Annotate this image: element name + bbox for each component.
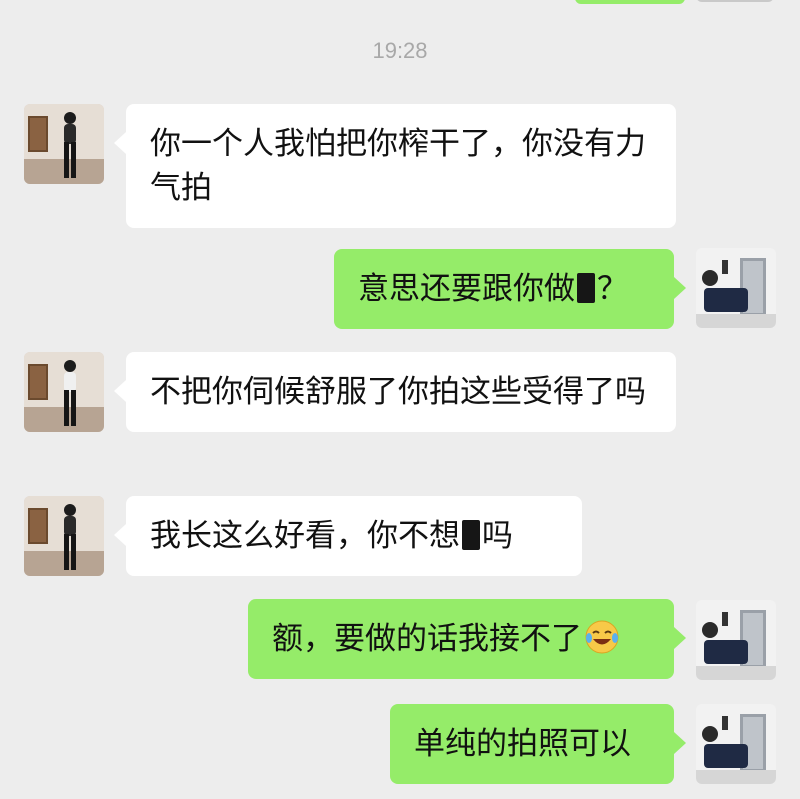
incoming-message-bubble[interactable]: 你一个人我怕把你榨干了，你没有力气拍 (114, 104, 676, 228)
message-text-tail: ？ (597, 271, 628, 307)
my-avatar[interactable] (696, 600, 776, 680)
message-text: 额，要做的话我接不了 (272, 621, 582, 657)
top-cutoff-avatar (696, 0, 774, 2)
message-text: 不把你伺候舒服了你拍这些受得了吗 (150, 374, 646, 410)
outgoing-message-bubble[interactable]: 单纯的拍照可以 (390, 704, 686, 784)
message-text: 你一个人我怕把你榨干了，你没有力气拍 (150, 126, 646, 206)
message-text: 意思还要跟你做 (358, 271, 575, 307)
message-text: 我长这么好看，你不想 (150, 518, 460, 554)
outgoing-message-bubble[interactable]: 意思还要跟你做 ？ (334, 249, 686, 329)
incoming-message-bubble[interactable]: 我长这么好看，你不想吗 (114, 496, 582, 576)
incoming-message-bubble[interactable]: 不把你伺候舒服了你拍这些受得了吗 (114, 352, 676, 432)
contact-avatar[interactable] (24, 352, 104, 432)
my-avatar[interactable] (696, 704, 776, 784)
redaction-block (462, 520, 480, 550)
contact-avatar[interactable] (24, 496, 104, 576)
redaction-block (577, 273, 595, 303)
message-text: 单纯的拍照可以 (414, 726, 631, 762)
top-cutoff-outgoing-bubble (575, 0, 685, 4)
my-avatar[interactable] (696, 248, 776, 328)
message-timestamp: 19:28 (372, 38, 428, 63)
outgoing-message-bubble[interactable]: 额，要做的话我接不了 (248, 599, 686, 679)
contact-avatar[interactable] (24, 104, 104, 184)
crying-laughing-emoji-icon (585, 620, 619, 654)
message-text-tail: 吗 (482, 518, 513, 554)
